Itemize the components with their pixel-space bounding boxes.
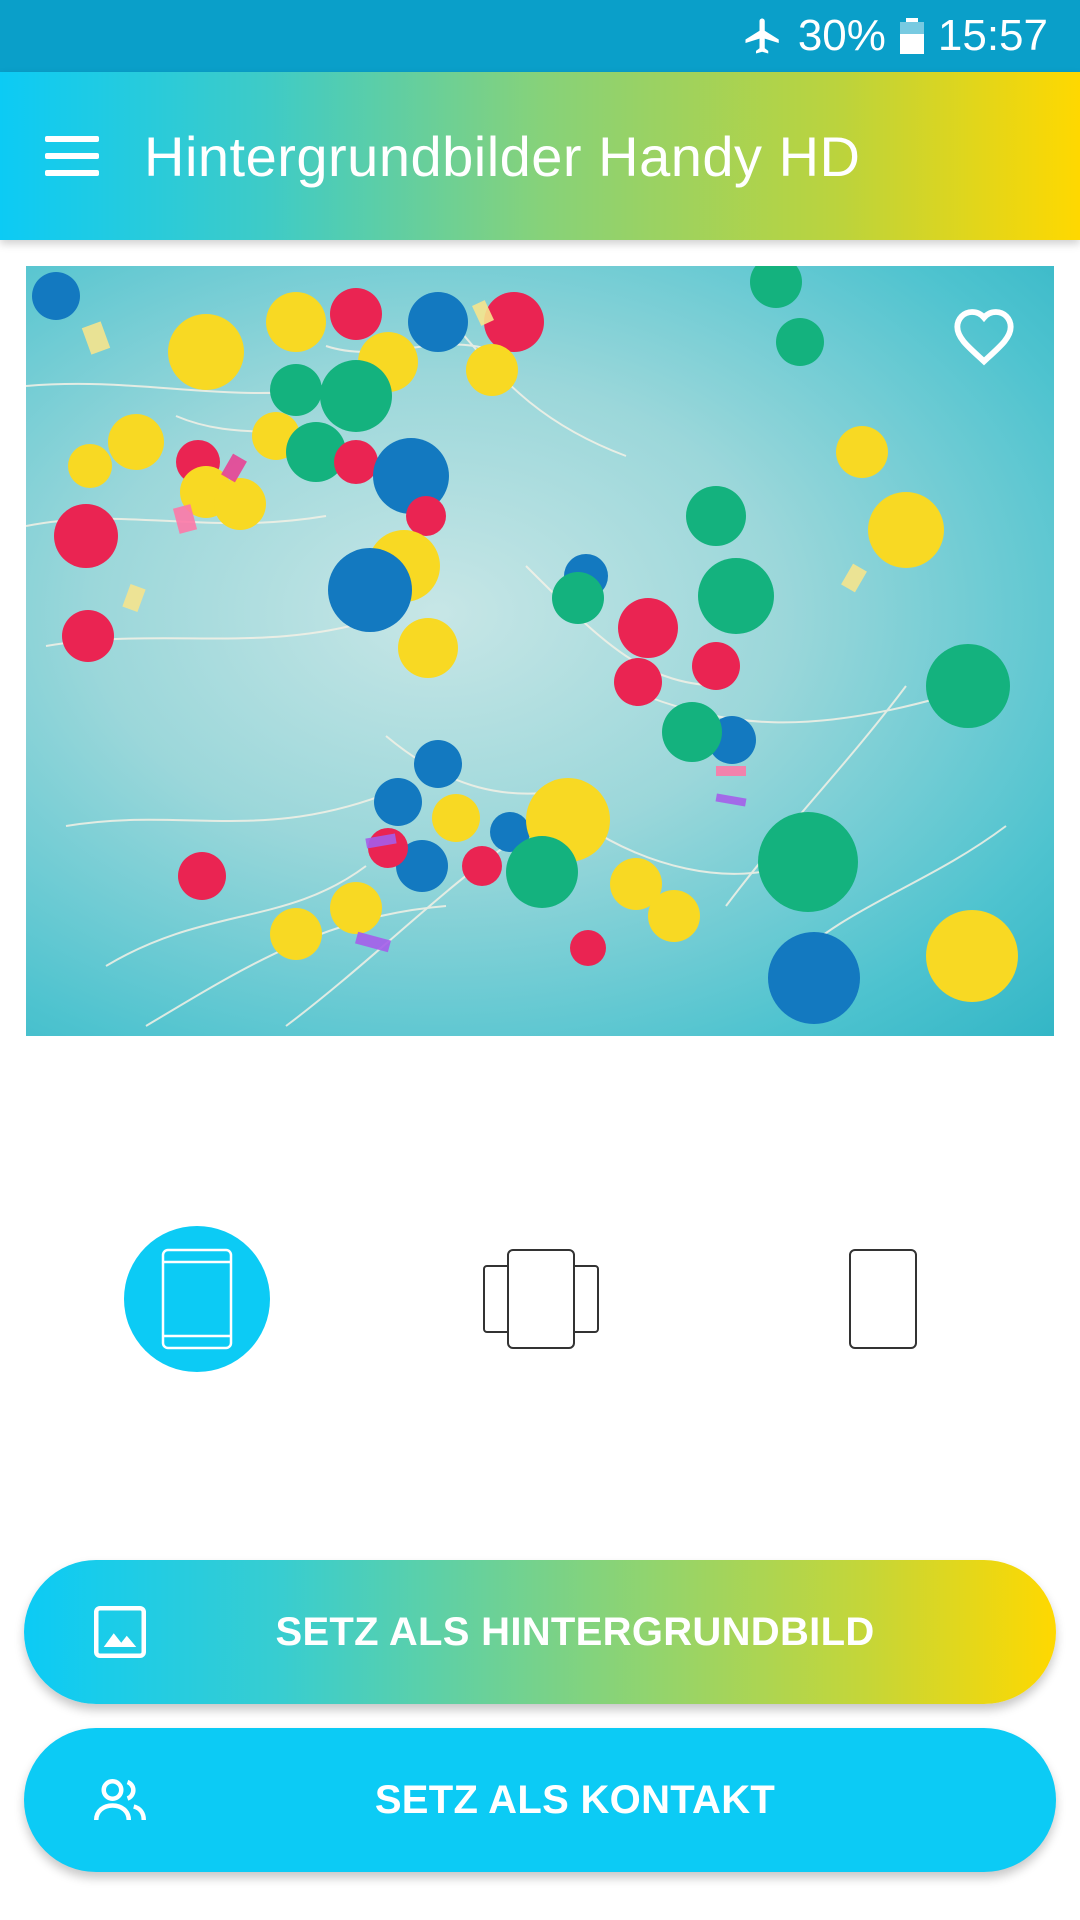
heart-outline-icon[interactable]	[952, 306, 1016, 366]
mode-fixed-button[interactable]	[810, 1226, 956, 1372]
contacts-icon	[94, 1779, 146, 1821]
image-icon	[94, 1606, 146, 1658]
multi-page-icon	[483, 1249, 599, 1349]
status-bar: 30% 15:57	[0, 0, 1080, 72]
hamburger-menu-icon[interactable]	[45, 136, 99, 176]
set-contact-button[interactable]: SETZ ALS KONTAKT	[24, 1728, 1056, 1872]
tablet-icon	[161, 1248, 233, 1350]
set-wallpaper-button[interactable]: SETZ ALS HINTERGRUNDBILD	[24, 1560, 1056, 1704]
battery-percentage: 30%	[797, 11, 886, 60]
set-contact-label: SETZ ALS KONTAKT	[374, 1777, 776, 1822]
battery-icon	[899, 18, 924, 54]
app-title: Hintergrundbilder Handy HD	[144, 124, 861, 188]
wallpaper-preview-image[interactable]	[26, 266, 1054, 1036]
airplane-icon	[745, 18, 779, 54]
balloons-illustration	[26, 266, 1018, 1027]
wallpaper-mode-selector	[0, 1226, 1080, 1372]
phone-outline-icon	[849, 1249, 917, 1349]
clock: 15:57	[937, 11, 1048, 60]
app-bar: Hintergrundbilder Handy HD	[0, 72, 1080, 240]
mode-fit-screen-button[interactable]	[124, 1226, 270, 1372]
mode-scrolling-button[interactable]	[468, 1226, 614, 1372]
set-wallpaper-label: SETZ ALS HINTERGRUNDBILD	[275, 1609, 875, 1654]
